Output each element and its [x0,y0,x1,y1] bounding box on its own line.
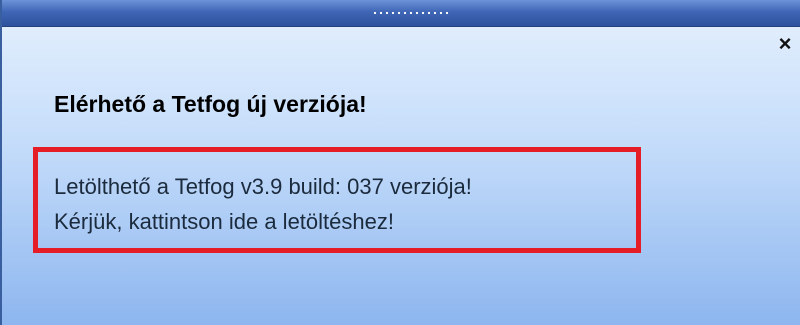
notification-title: Elérhető a Tetfog új verziója! [54,91,367,117]
download-link-box[interactable]: Letölthető a Tetfog v3.9 build: 037 verz… [33,147,641,253]
update-notification-window: × Elérhető a Tetfog új verziója! Letölth… [0,0,800,325]
download-message-line-1[interactable]: Letölthető a Tetfog v3.9 build: 037 verz… [54,169,636,204]
window-grip-bar[interactable] [2,0,800,27]
drag-handle-icon[interactable] [372,11,450,15]
download-message-line-2[interactable]: Kérjük, kattintson ide a letöltéshez! [54,204,636,239]
close-button[interactable]: × [774,33,796,55]
